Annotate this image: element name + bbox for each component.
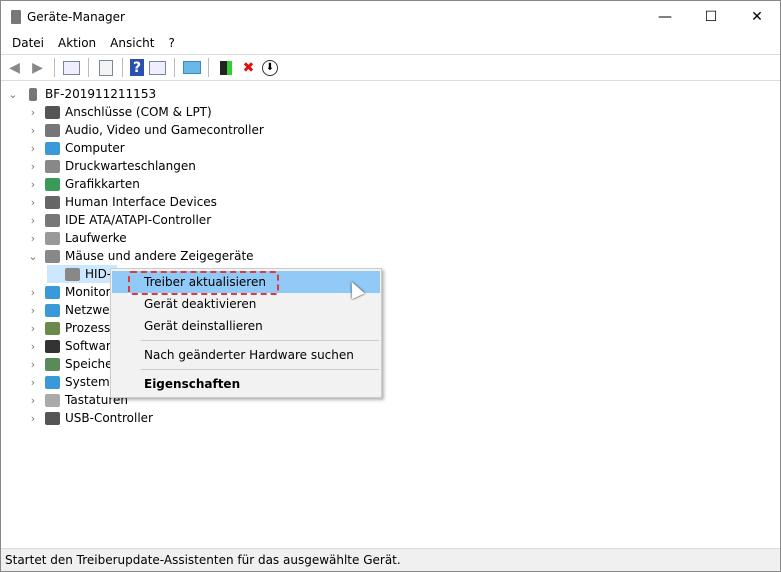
category-item[interactable]: ⌄ Mäuse und andere Zeigegeräte (27, 247, 254, 265)
download-icon[interactable]: ⬇ (262, 59, 278, 76)
menu-bar: Datei Aktion Ansicht ? (1, 33, 780, 53)
device-category-icon (45, 213, 60, 227)
category-item[interactable]: › Laufwerke (27, 229, 127, 247)
item-label: Monitor (65, 285, 111, 299)
chevron-right-icon[interactable]: › (27, 106, 39, 119)
computer-icon (29, 87, 37, 101)
tree-root[interactable]: ⌄ BF-201911211153 (7, 85, 156, 103)
item-label: Grafikkarten (65, 177, 140, 191)
category-item[interactable]: › Netzwer (27, 301, 115, 319)
item-label: Audio, Video und Gamecontroller (65, 123, 264, 137)
item-label: Laufwerke (65, 231, 127, 245)
chevron-right-icon[interactable]: › (27, 214, 39, 227)
item-label: Netzwer (65, 303, 115, 317)
device-category-icon (45, 375, 60, 389)
device-category-icon (45, 105, 60, 119)
help-icon[interactable]: ? (130, 59, 144, 76)
device-category-icon (45, 285, 60, 299)
category-item[interactable]: › Grafikkarten (27, 175, 140, 193)
menu-separator (141, 340, 379, 341)
chevron-right-icon[interactable]: › (27, 142, 39, 155)
category-item[interactable]: › Human Interface Devices (27, 193, 217, 211)
forward-icon[interactable]: ▶ (28, 58, 47, 77)
status-bar: Startet den Treiberupdate-Assistenten fü… (1, 548, 780, 571)
item-label: Anschlüsse (COM & LPT) (65, 105, 212, 119)
chevron-right-icon[interactable]: › (27, 196, 39, 209)
device-category-icon (45, 339, 60, 353)
device-category-icon (45, 159, 60, 173)
chevron-right-icon[interactable]: › (27, 232, 39, 245)
device-category-icon (45, 393, 60, 407)
item-label: Mäuse und andere Zeigegeräte (65, 249, 254, 263)
back-icon[interactable]: ◀ (5, 58, 24, 77)
chevron-right-icon[interactable]: › (27, 340, 39, 353)
device-category-icon (45, 231, 60, 245)
device-category-icon (45, 411, 60, 425)
category-item[interactable]: › Anschlüsse (COM & LPT) (27, 103, 212, 121)
device-category-icon (45, 303, 60, 317)
window-title: Geräte-Manager (27, 9, 125, 24)
item-label: Druckwarteschlangen (65, 159, 196, 173)
menu-item-disable-device[interactable]: Gerät deaktivieren (112, 293, 380, 315)
item-label: USB-Controller (65, 411, 153, 425)
category-item[interactable]: › Prozesso (27, 319, 118, 337)
action-pane-icon[interactable] (148, 58, 167, 77)
close-button[interactable]: ✕ (734, 1, 780, 32)
console-tree-icon[interactable] (62, 58, 81, 77)
chevron-right-icon[interactable]: › (27, 376, 39, 389)
category-item[interactable]: › IDE ATA/ATAPI-Controller (27, 211, 211, 229)
category-item[interactable]: › USB-Controller (27, 409, 153, 427)
device-category-icon (65, 267, 80, 281)
device-category-icon (45, 177, 60, 191)
uninstall-icon[interactable]: ✖ (239, 58, 258, 77)
chevron-right-icon[interactable]: › (27, 304, 39, 317)
chevron-right-icon[interactable]: › (27, 124, 39, 137)
category-item[interactable]: › Systemg (27, 373, 118, 391)
device-category-icon (45, 357, 60, 371)
chevron-right-icon[interactable]: › (27, 358, 39, 371)
chevron-right-icon[interactable]: › (27, 394, 39, 407)
item-label: IDE ATA/ATAPI-Controller (65, 213, 212, 227)
chevron-right-icon[interactable]: › (27, 286, 39, 299)
update-driver-icon[interactable] (216, 58, 235, 77)
device-category-icon (45, 195, 60, 209)
menu-item-properties[interactable]: Eigenschaften (112, 373, 380, 395)
device-category-icon (45, 249, 60, 263)
chevron-down-icon[interactable]: ⌄ (27, 250, 39, 263)
chevron-right-icon[interactable]: › (27, 322, 39, 335)
menu-item-scan-hardware[interactable]: Nach geänderter Hardware suchen (112, 344, 380, 366)
scan-hardware-icon[interactable] (182, 58, 201, 77)
device-category-icon (45, 141, 60, 155)
maximize-button[interactable]: ☐ (688, 1, 734, 32)
tree-root-label: BF-201911211153 (45, 87, 157, 101)
device-category-icon (45, 321, 60, 335)
menu-datei[interactable]: Datei (5, 33, 51, 53)
category-item[interactable]: › Speicher (27, 355, 118, 373)
menu-aktion[interactable]: Aktion (51, 33, 103, 53)
device-manager-icon (11, 9, 21, 24)
toolbar: ◀ ▶ ? ✖ ⬇ (1, 54, 780, 81)
category-item[interactable]: › Monitor (27, 283, 111, 301)
menu-separator (141, 369, 379, 370)
item-label: Human Interface Devices (65, 195, 217, 209)
chevron-right-icon[interactable]: › (27, 412, 39, 425)
menu-item-uninstall-device[interactable]: Gerät deinstallieren (112, 315, 380, 337)
highlight-annotation (128, 271, 279, 295)
chevron-right-icon[interactable]: › (27, 160, 39, 173)
device-item[interactable]: HID- (47, 265, 117, 283)
menu-ansicht[interactable]: Ansicht (103, 33, 161, 53)
category-item[interactable]: › Software (27, 337, 118, 355)
category-item[interactable]: › Audio, Video und Gamecontroller (27, 121, 264, 139)
minimize-button[interactable]: — (642, 1, 688, 32)
category-item[interactable]: › Computer (27, 139, 125, 157)
chevron-right-icon[interactable]: › (27, 178, 39, 191)
title-bar: Geräte-Manager — ☐ ✕ (1, 1, 780, 32)
chevron-down-icon[interactable]: ⌄ (7, 88, 19, 101)
properties-icon[interactable] (96, 58, 115, 77)
menu-help[interactable]: ? (161, 33, 181, 53)
item-label: Computer (65, 141, 125, 155)
item-label: HID- (85, 267, 112, 281)
category-item[interactable]: › Druckwarteschlangen (27, 157, 196, 175)
device-category-icon (45, 123, 60, 137)
